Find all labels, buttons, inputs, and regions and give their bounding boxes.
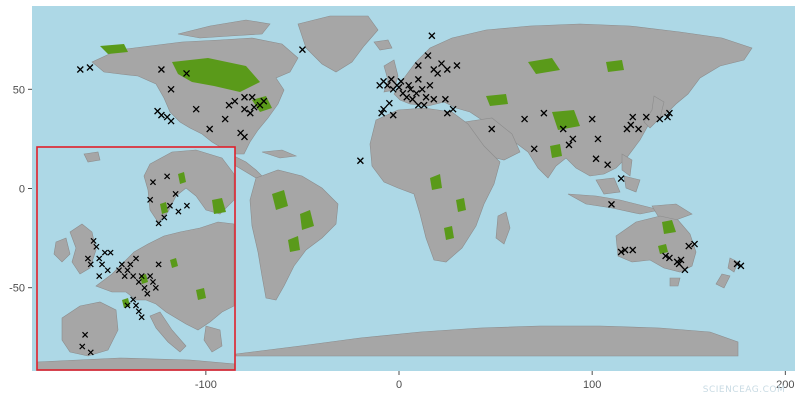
y-tick-label: 0 — [19, 184, 25, 196]
x-tick-label: -100 — [195, 379, 217, 391]
y-axis: 50 0 -50 — [9, 84, 32, 295]
map-frame — [32, 6, 795, 371]
watermark: SCIENCEAG.COM — [703, 385, 786, 395]
vegetation-patch — [606, 60, 624, 72]
y-tick-label: 50 — [13, 84, 25, 96]
x-tick-label: 0 — [396, 379, 402, 391]
vegetation-patch — [486, 94, 508, 106]
x-tick-label: 100 — [583, 379, 601, 391]
land-tasmania — [669, 277, 681, 287]
world-map: -100 0 100 200 500-50 SCIENCEAG.COM — [9, 6, 795, 395]
vegetation-patch — [550, 144, 562, 158]
inset-europe — [36, 146, 236, 371]
y-tick-label: -50 — [9, 283, 25, 295]
